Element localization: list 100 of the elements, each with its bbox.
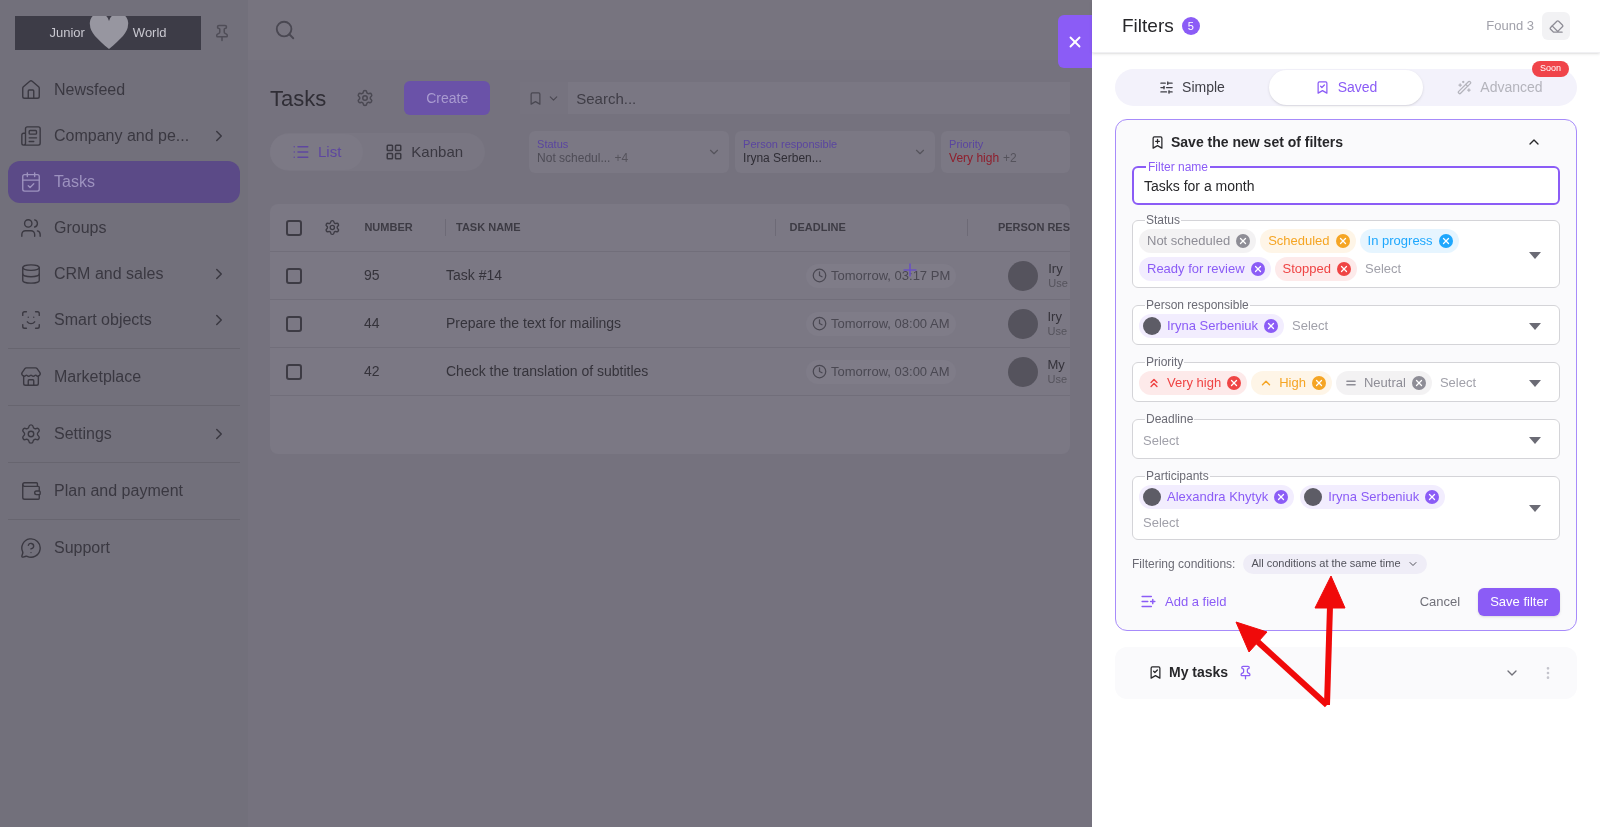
- store-icon: [20, 366, 42, 388]
- checkbox[interactable]: [286, 315, 302, 332]
- bookmark-check-icon: [1314, 80, 1330, 95]
- sidebar-label: Smart objects: [54, 310, 153, 330]
- sidebar-label: Settings: [54, 424, 113, 444]
- tag-label: Iryna Serbeniuk: [1328, 488, 1420, 507]
- sidebar-item[interactable]: Newsfeed: [8, 69, 240, 111]
- mode-tab[interactable]: Simple: [1115, 70, 1269, 105]
- remove-tag-icon[interactable]: [1438, 234, 1453, 248]
- field-label: Status: [1145, 212, 1182, 229]
- card-title: Save the new set of filters: [1171, 132, 1343, 152]
- calendar-check-icon: [20, 171, 42, 193]
- dropdown-caret-icon[interactable]: [1529, 505, 1541, 513]
- settings-icon[interactable]: [323, 219, 341, 236]
- dropdown-caret-icon[interactable]: [1529, 322, 1541, 330]
- search-field[interactable]: Search...: [568, 82, 1070, 114]
- remove-tag-icon[interactable]: [1250, 262, 1265, 276]
- select-placeholder[interactable]: Select: [1139, 513, 1529, 533]
- saved-filter-title: My tasks: [1169, 663, 1229, 682]
- soon-badge: Soon: [1531, 61, 1569, 77]
- remove-tag-icon[interactable]: [1264, 319, 1279, 333]
- tag-label: Alexandra Khytyk: [1167, 488, 1269, 507]
- settings-icon: [20, 423, 42, 445]
- saved-filter-item[interactable]: My tasks: [1115, 646, 1577, 699]
- list-plus-icon: [1140, 593, 1157, 610]
- clear-button[interactable]: [1542, 12, 1570, 40]
- remove-tag-icon[interactable]: [1425, 490, 1440, 504]
- list-icon: [292, 143, 310, 161]
- tag-label: Ready for review: [1147, 260, 1245, 279]
- tag-label: Neutral: [1363, 374, 1406, 393]
- sidebar-label: Company and pe...: [54, 126, 191, 146]
- dropdown-caret-icon[interactable]: [1529, 251, 1541, 259]
- field-label: Priority: [1145, 354, 1185, 371]
- field-label: Participants: [1145, 468, 1210, 485]
- settings-icon[interactable]: [356, 89, 375, 107]
- sidebar-item[interactable]: Settings: [8, 413, 240, 455]
- remove-tag-icon[interactable]: [1311, 376, 1326, 390]
- bookmark-check-icon: [1148, 665, 1163, 680]
- remove-tag-icon[interactable]: [1337, 262, 1351, 276]
- help-icon: [20, 537, 42, 559]
- conditions-label: Filtering conditions:: [1132, 555, 1236, 573]
- sliders-icon: [1159, 80, 1175, 95]
- avatar: [1007, 356, 1038, 387]
- avatar: [1143, 488, 1161, 506]
- sidebar-item[interactable]: Groups: [8, 207, 240, 249]
- sidebar-item[interactable]: Smart objects: [8, 299, 240, 341]
- priority-icon: [1147, 376, 1161, 390]
- remove-tag-icon[interactable]: [1236, 234, 1251, 248]
- checkbox[interactable]: [286, 363, 302, 380]
- field-value: Tasks for a month: [1144, 177, 1256, 196]
- search-icon[interactable]: [274, 19, 296, 41]
- table-cell-text: Prepare the text for mailings: [446, 314, 623, 333]
- field-label: Person responsible: [1145, 297, 1250, 314]
- save-filter-button[interactable]: Save filter: [1478, 587, 1560, 616]
- select-placeholder[interactable]: Select: [1361, 259, 1406, 279]
- select-placeholder[interactable]: Select: [1288, 316, 1333, 336]
- table-cell-text: 95: [364, 266, 381, 285]
- select-placeholder[interactable]: Select: [1139, 433, 1184, 448]
- found-count: Found 3: [1486, 17, 1534, 36]
- eraser-icon: [1548, 18, 1564, 34]
- cancel-button[interactable]: Cancel: [1409, 591, 1471, 612]
- remove-tag-icon[interactable]: [1274, 490, 1289, 504]
- sidebar-label: Plan and payment: [54, 481, 184, 501]
- close-button[interactable]: [1058, 15, 1092, 68]
- sidebar-item[interactable]: CRM and sales: [8, 253, 240, 295]
- checkbox[interactable]: [286, 219, 302, 236]
- logo: Junior World: [15, 16, 201, 50]
- sidebar-item[interactable]: Plan and payment: [8, 470, 240, 512]
- person-name: My: [1047, 356, 1066, 373]
- page-title: Tasks: [270, 84, 327, 113]
- avatar: [1007, 308, 1038, 339]
- column-header: PERSON RES: [966, 219, 1070, 236]
- grid-icon: [385, 143, 404, 161]
- pin-icon[interactable]: [213, 24, 231, 42]
- mode-tab[interactable]: Saved: [1269, 70, 1423, 105]
- sidebar-label: CRM and sales: [54, 264, 165, 284]
- heart-logo-icon: [88, 16, 129, 50]
- column-header: NUMBER: [364, 220, 414, 236]
- sidebar-item[interactable]: Marketplace: [8, 356, 240, 398]
- tag-label: Iryna Serbeniuk: [1167, 317, 1259, 336]
- sidebar-item[interactable]: Tasks: [8, 161, 240, 203]
- clock-icon: [812, 316, 827, 331]
- conditions-dropdown[interactable]: All conditions at the same time: [1243, 553, 1427, 574]
- dropdown-caret-icon[interactable]: [1529, 379, 1541, 387]
- tag-label: High: [1279, 374, 1306, 393]
- view-tab[interactable]: Kanban: [363, 134, 486, 170]
- pin-icon[interactable]: [1238, 665, 1254, 680]
- sidebar-item[interactable]: Support: [8, 527, 240, 569]
- add-field-button[interactable]: Add a field: [1132, 591, 1235, 612]
- dropdown-caret-icon[interactable]: [1529, 436, 1541, 444]
- remove-tag-icon[interactable]: [1335, 234, 1350, 248]
- checkbox[interactable]: [286, 267, 302, 284]
- remove-tag-icon[interactable]: [1227, 376, 1242, 390]
- tag-label: Stopped: [1282, 260, 1331, 279]
- create-button[interactable]: Create: [404, 81, 491, 115]
- sidebar-item[interactable]: Company and pe...: [8, 115, 240, 157]
- avatar: [1008, 260, 1039, 291]
- select-placeholder[interactable]: Select: [1435, 373, 1480, 393]
- clock-icon: [812, 268, 827, 283]
- remove-tag-icon[interactable]: [1411, 376, 1426, 390]
